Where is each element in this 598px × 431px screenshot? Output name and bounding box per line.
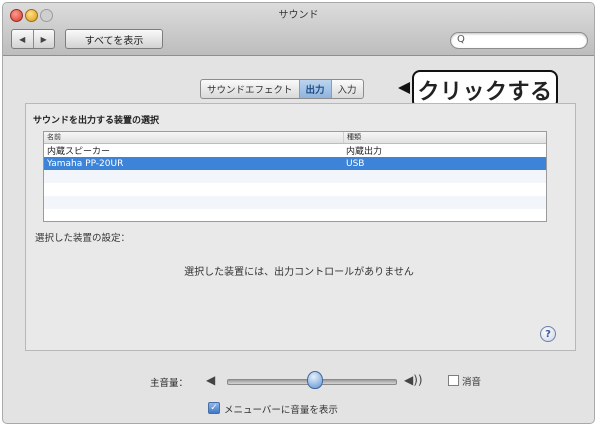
tab-sound-effects[interactable]: サウンドエフェクト (201, 80, 299, 98)
output-device-table[interactable]: 名前 種類 内蔵スピーカー 内蔵出力 Yamaha PP-20UR USB (43, 131, 547, 222)
device-name: 内蔵スピーカー (47, 147, 111, 157)
selected-device-settings-label: 選択した装置の設定： (35, 233, 131, 244)
device-type: USB (346, 158, 365, 169)
mute-checkbox[interactable] (448, 375, 459, 386)
table-row-empty (44, 170, 546, 183)
back-icon[interactable]: ◀ (12, 30, 33, 48)
output-device-section-label: サウンドを出力する装置の選択 (33, 116, 160, 126)
table-row-empty (44, 183, 546, 196)
column-header-name[interactable]: 名前 (44, 132, 343, 143)
speaker-high-icon: ◀)) (404, 373, 423, 387)
preference-tabs: サウンドエフェクト 出力 入力 (200, 79, 364, 99)
device-name: Yamaha PP-20UR (47, 158, 124, 169)
show-all-button[interactable]: すべてを表示 (65, 29, 163, 49)
device-type: 内蔵出力 (346, 147, 383, 157)
search-field[interactable]: Q (450, 32, 588, 49)
show-volume-in-menubar-checkbox[interactable]: ✓ (208, 402, 220, 414)
volume-slider-knob[interactable] (306, 371, 323, 389)
tab-output[interactable]: 出力 (298, 80, 331, 98)
column-header-type[interactable]: 種類 (343, 132, 546, 143)
title-bar: サウンド ◀ ▶ すべてを表示 Q (3, 3, 594, 56)
navigation-buttons: ◀ ▶ (11, 29, 55, 49)
callout-arrow-icon (398, 82, 410, 94)
mute-label: 消音 (462, 377, 482, 388)
tab-input[interactable]: 入力 (330, 80, 363, 98)
table-row-empty (44, 196, 546, 209)
table-row[interactable]: Yamaha PP-20UR USB (44, 157, 546, 170)
table-row[interactable]: 内蔵スピーカー 内蔵出力 (44, 144, 546, 157)
show-volume-in-menubar-label: メニューバーに音量を表示 (224, 405, 338, 416)
output-volume-label: 主音量： (150, 378, 189, 389)
window-title: サウンド (278, 10, 319, 21)
speaker-low-icon: ◀ (206, 373, 216, 387)
no-output-controls-message: 選択した装置には、出力コントロールがありません (184, 267, 414, 278)
forward-icon[interactable]: ▶ (32, 30, 55, 48)
table-header: 名前 種類 (44, 132, 546, 144)
search-icon: Q (457, 34, 465, 45)
help-icon[interactable]: ? (540, 326, 556, 342)
